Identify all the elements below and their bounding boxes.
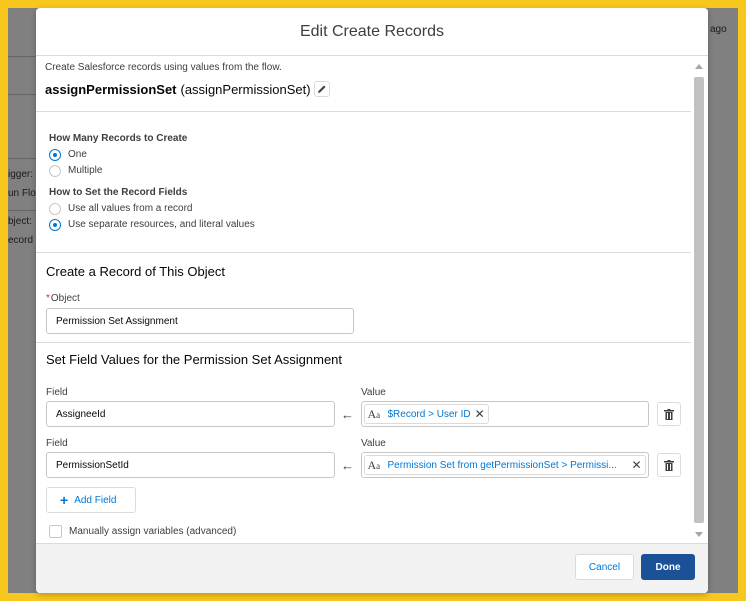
object-input[interactable]: Permission Set Assignment [46, 308, 354, 334]
remove-pill-icon[interactable]: ✕ [631, 459, 641, 471]
background-divider [8, 158, 38, 159]
edit-label-button[interactable] [313, 81, 330, 97]
add-field-button[interactable]: + Add Field [46, 487, 136, 513]
how-set-label: How to Set the Record Fields [49, 187, 188, 198]
trash-icon [664, 459, 675, 471]
object-section-title: Create a Record of This Object [46, 264, 225, 279]
value-label-2: Value [361, 438, 386, 449]
object-field-label: *Object [46, 293, 681, 304]
radio-option-multiple[interactable]: Multiple [49, 164, 678, 177]
text-resource-icon: Aa [367, 406, 381, 421]
element-info-section: Create Salesforce records using values f… [36, 57, 691, 112]
resource-pill-label: Permission Set from getPermissionSet > P… [387, 459, 617, 471]
modal-header: Edit Create Records [36, 8, 708, 56]
object-label-text: Object [50, 293, 80, 304]
modal-title: Edit Create Records [299, 22, 445, 40]
background-divider [8, 94, 38, 95]
object-section: Create a Record of This Object *Object P… [36, 253, 691, 343]
text-resource-icon: Aa [367, 457, 381, 472]
api-name-row: assignPermissionSet (assignPermissionSet… [45, 81, 682, 97]
field-value-labels-row-1: Field Value [46, 387, 681, 398]
value-input-assignee-id[interactable]: Aa $Record > User ID ✕ [360, 401, 650, 427]
radio-label-one: One [68, 149, 87, 160]
manual-assign-label: Manually assign variables (advanced) [69, 526, 237, 537]
element-description: Create Salesforce records using values f… [45, 62, 282, 73]
field-label-1: Field [46, 387, 68, 398]
manual-assign-checkbox[interactable] [49, 525, 62, 538]
pencil-icon [317, 85, 326, 93]
record-options-section: How Many Records to Create One Multiple … [36, 112, 691, 253]
cancel-button[interactable]: Cancel [575, 554, 634, 580]
radio-button-use-record[interactable] [49, 202, 61, 215]
modal-body[interactable]: Create Salesforce records using values f… [36, 57, 708, 543]
value-input-permission-set-id[interactable]: Aa Permission Set from getPermissionSet … [360, 452, 650, 478]
edit-create-records-modal: Edit Create Records Create Salesforce re… [36, 8, 708, 593]
field-input-permission-set-id[interactable]: PermissionSetId [46, 452, 335, 478]
field-values-section: Set Field Values for the Permission Set … [36, 343, 691, 542]
scroll-down-icon[interactable] [695, 532, 703, 537]
background-text-trigger: igger: [8, 169, 34, 180]
manual-assign-row[interactable]: Manually assign variables (advanced) [46, 525, 681, 538]
modal-scroll-content: Create Salesforce records using values f… [36, 57, 691, 542]
background-text-ago: ago [710, 24, 727, 35]
field-value-row-2: PermissionSetId ← Aa Permission Set from… [46, 452, 681, 478]
field-input-value: AssigneeId [56, 408, 106, 420]
radio-button-multiple[interactable] [49, 164, 61, 177]
radio-button-separate-resources[interactable] [49, 218, 61, 231]
value-label-1: Value [361, 387, 386, 398]
element-label: assignPermissionSet [45, 81, 177, 97]
radio-label-separate-resources: Use separate resources, and literal valu… [68, 219, 255, 230]
field-value-labels-row-2: Field Value [46, 438, 681, 449]
plus-icon: + [60, 492, 69, 508]
background-divider [8, 56, 38, 57]
field-label-2: Field [46, 438, 68, 449]
radio-option-use-record[interactable]: Use all values from a record [49, 202, 678, 215]
resource-pill[interactable]: Aa Permission Set from getPermissionSet … [363, 455, 646, 475]
arrow-left-icon: ← [341, 457, 355, 473]
radio-button-one[interactable] [49, 148, 61, 161]
background-divider [8, 210, 38, 211]
required-indicator: * [46, 293, 50, 304]
resource-pill-label: $Record > User ID [387, 408, 471, 420]
resource-pill[interactable]: Aa $Record > User ID ✕ [363, 404, 489, 424]
radio-option-one[interactable]: One [49, 148, 678, 161]
remove-pill-icon[interactable]: ✕ [475, 408, 485, 420]
delete-row-button[interactable] [657, 453, 681, 477]
add-field-label: Add Field [74, 494, 117, 506]
how-many-label: How Many Records to Create [49, 133, 188, 144]
field-values-title: Set Field Values for the Permission Set … [46, 352, 343, 367]
radio-option-separate-resources[interactable]: Use separate resources, and literal valu… [49, 218, 678, 231]
radio-label-multiple: Multiple [68, 165, 103, 176]
modal-scrollbar[interactable] [693, 57, 705, 543]
modal-footer: Cancel Done [36, 543, 708, 593]
field-input-assignee-id[interactable]: AssigneeId [46, 401, 335, 427]
arrow-left-icon: ← [341, 406, 355, 422]
scroll-up-icon[interactable] [695, 64, 703, 69]
delete-row-button[interactable] [657, 402, 681, 426]
background-text-object: bject: [8, 216, 32, 227]
field-value-row-1: AssigneeId ← Aa $Record > User ID ✕ [46, 401, 681, 427]
done-button[interactable]: Done [641, 554, 695, 580]
element-api-name: (assignPermissionSet) [180, 81, 311, 97]
object-input-value: Permission Set Assignment [56, 315, 178, 327]
radio-label-use-record: Use all values from a record [68, 203, 193, 214]
scrollbar-thumb[interactable] [694, 77, 704, 523]
trash-icon [664, 408, 675, 420]
field-input-value: PermissionSetId [56, 459, 129, 471]
